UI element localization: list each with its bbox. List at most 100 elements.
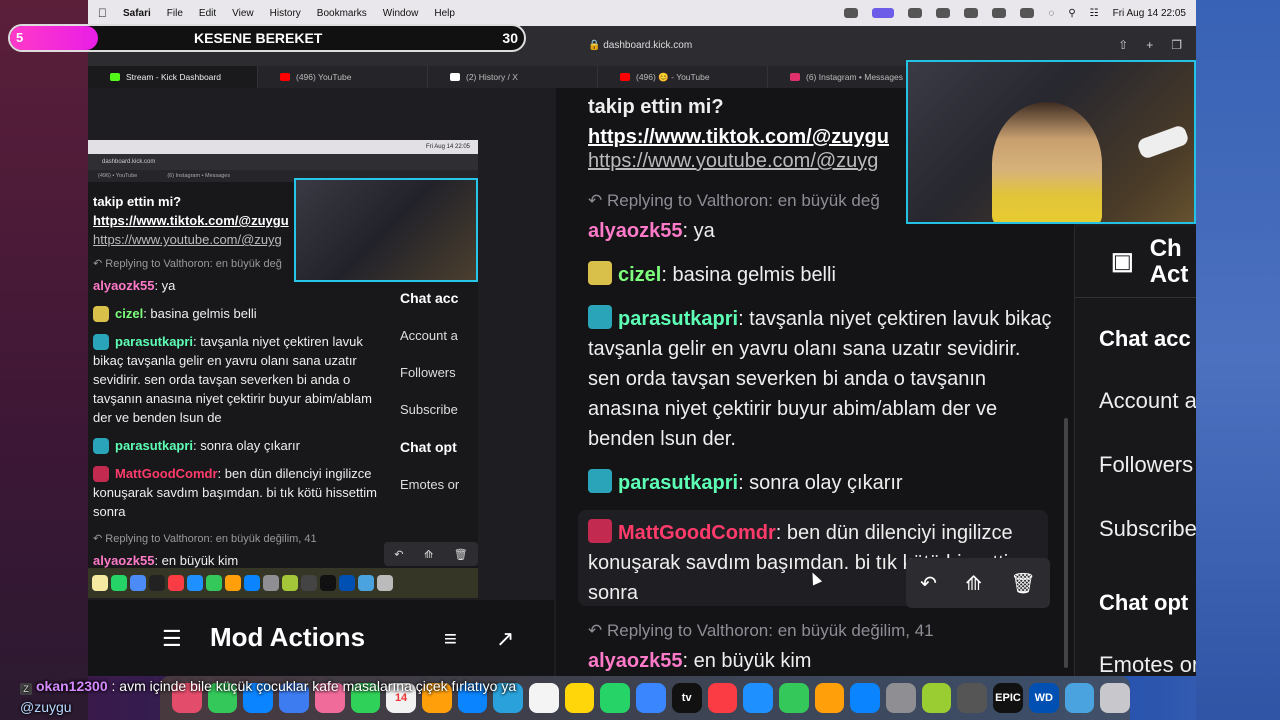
mini-webcam-preview: [294, 178, 478, 282]
apple-tv-icon[interactable]: tv: [671, 683, 702, 713]
wd-discovery-icon[interactable]: WD: [1028, 683, 1059, 713]
play-icon[interactable]: [992, 8, 1007, 18]
username[interactable]: parasutkapri: [618, 308, 738, 330]
mini-tab: (496) • YouTube: [98, 173, 138, 179]
menu-help[interactable]: Help: [434, 8, 455, 19]
popout-icon[interactable]: ↗: [496, 626, 514, 652]
clock-icon[interactable]: [957, 683, 988, 713]
menu-view[interactable]: View: [232, 8, 254, 19]
menubar-clock[interactable]: Fri Aug 14 22:05: [1113, 8, 1186, 19]
grid-icon[interactable]: [936, 8, 951, 18]
mini-dock: [88, 568, 478, 598]
z-badge-icon: [588, 519, 612, 543]
app-icon: [187, 575, 203, 591]
stream-chat-overlay-message: Zokan12300 : avm içinde bile küçük çocuk…: [20, 676, 560, 718]
new-tab-icon[interactable]: +: [1146, 38, 1153, 52]
menu-bookmarks[interactable]: Bookmarks: [317, 8, 367, 19]
subscribers-only-setting[interactable]: Subscribe: [1075, 516, 1196, 542]
menu-app-name[interactable]: Safari: [123, 8, 151, 19]
tab-label: (2) History / X: [466, 72, 518, 82]
tab-kick-dashboard[interactable]: Stream - Kick Dashboard: [88, 66, 258, 88]
search-icon[interactable]: ⚲: [1068, 8, 1075, 19]
username[interactable]: alyaozk55: [588, 650, 683, 672]
emotes-only-setting[interactable]: Emotes or: [1075, 652, 1196, 678]
followers-only-setting[interactable]: Followers: [1075, 452, 1196, 478]
message-text: : sonra olay çıkarır: [738, 472, 903, 494]
mini-chat-message: parasutkapri: sonra olay çıkarır: [93, 436, 388, 455]
mini-reply-line: ↶ Replying to Valthoron: en büyük değili…: [93, 533, 317, 545]
username[interactable]: alyaozk55: [588, 220, 683, 242]
screen-record-icon[interactable]: [872, 8, 895, 18]
battery-icon[interactable]: [1020, 8, 1035, 18]
epic-games-icon[interactable]: EPIC: [993, 683, 1023, 713]
panel-title: Ch Act: [1149, 234, 1189, 288]
cizel-badge-icon: [93, 306, 109, 322]
macos-menu-bar:  Safari File Edit View History Bookmark…: [88, 0, 1196, 26]
tab-x-history[interactable]: (2) History / X: [428, 66, 598, 88]
chat-message[interactable]: parasutkapri: sonra olay çıkarır: [588, 468, 1058, 498]
app-icon: [282, 575, 298, 591]
input-icon[interactable]: [908, 8, 923, 18]
mini-account: Account a: [400, 328, 458, 343]
instagram-icon: [790, 73, 800, 81]
username[interactable]: parasutkapri: [618, 472, 738, 494]
tab-label: (496) 😊 - YouTube: [636, 71, 710, 82]
app-icon[interactable]: [921, 683, 952, 713]
mini-chat-options: Chat opt: [400, 439, 457, 455]
list-icon[interactable]: ☰: [162, 626, 182, 652]
tab-youtube[interactable]: (496) YouTube: [258, 66, 428, 88]
share-icon[interactable]: ⇧: [1118, 38, 1128, 52]
address-bar[interactable]: 🔒 dashboard.kick.com: [588, 40, 692, 51]
keynote-icon[interactable]: [743, 683, 773, 713]
trash-icon: [377, 575, 393, 591]
reply-button[interactable]: ↶: [920, 571, 937, 596]
trash-icon[interactable]: [1100, 683, 1130, 713]
menu-file[interactable]: File: [167, 8, 183, 19]
message-text: : ya: [682, 220, 715, 242]
message-text: : basina gelmis belli: [661, 264, 836, 286]
chat-message[interactable]: cizel: basina gelmis belli: [588, 260, 1058, 290]
chat-scrollbar[interactable]: [1064, 418, 1068, 668]
whatsapp-icon[interactable]: [600, 683, 631, 713]
tab-overview-icon[interactable]: ❐: [1171, 38, 1182, 52]
wifi-icon[interactable]: ◌: [1048, 8, 1054, 19]
pikachu-badge-icon: [588, 261, 612, 285]
delete-button[interactable]: 🗑: [1010, 571, 1035, 596]
filter-icon[interactable]: ≡: [444, 626, 457, 652]
control-center-icon[interactable]: ☷: [1090, 8, 1099, 19]
app-icon: [301, 575, 317, 591]
music-icon[interactable]: [707, 683, 738, 713]
chat-message[interactable]: alyaozk55: en büyük kim: [588, 646, 1058, 676]
z-badge-icon: Z: [20, 683, 32, 695]
username[interactable]: cizel: [618, 264, 661, 286]
apple-icon[interactable]: : [98, 6, 107, 20]
downloads-folder-icon[interactable]: [1064, 683, 1095, 713]
freeform-icon[interactable]: [636, 683, 666, 713]
tab-youtube-2[interactable]: (496) 😊 - YouTube: [598, 66, 768, 88]
menu-edit[interactable]: Edit: [199, 8, 216, 19]
chat-message[interactable]: parasutkapri: tavşanla niyet çektiren la…: [588, 304, 1058, 454]
username[interactable]: MattGoodComdr: [618, 522, 776, 544]
desktop-right-margin: [1196, 0, 1280, 720]
status-icon[interactable]: [844, 8, 859, 18]
ring-light: [1136, 124, 1190, 160]
reply-line[interactable]: ↶ Replying to Valthoron: en büyük değili…: [588, 616, 1058, 646]
goal-target: 30: [502, 30, 518, 46]
overlay-username: okan12300: [36, 678, 108, 694]
menu-window[interactable]: Window: [383, 8, 419, 19]
system-settings-icon[interactable]: [886, 683, 916, 713]
pages-icon[interactable]: [814, 683, 845, 713]
account-age-setting[interactable]: Account a: [1075, 388, 1196, 414]
mini-chat-message: cizel: basina gelmis belli: [93, 304, 388, 323]
menu-history[interactable]: History: [270, 8, 301, 19]
mini-chat-message: MattGoodComdr: ben dün dilenciyi ingiliz…: [93, 466, 377, 519]
lock-icon: 🔒: [588, 40, 604, 51]
tv-icon: [149, 575, 165, 591]
app-store-icon[interactable]: [850, 683, 881, 713]
parasutkapri-badge-icon: [93, 334, 109, 350]
pin-button[interactable]: ⟰: [965, 571, 982, 596]
cloud-icon[interactable]: [964, 8, 979, 18]
notes-icon[interactable]: [564, 683, 595, 713]
whatsapp-icon: [111, 575, 127, 591]
numbers-icon[interactable]: [778, 683, 809, 713]
